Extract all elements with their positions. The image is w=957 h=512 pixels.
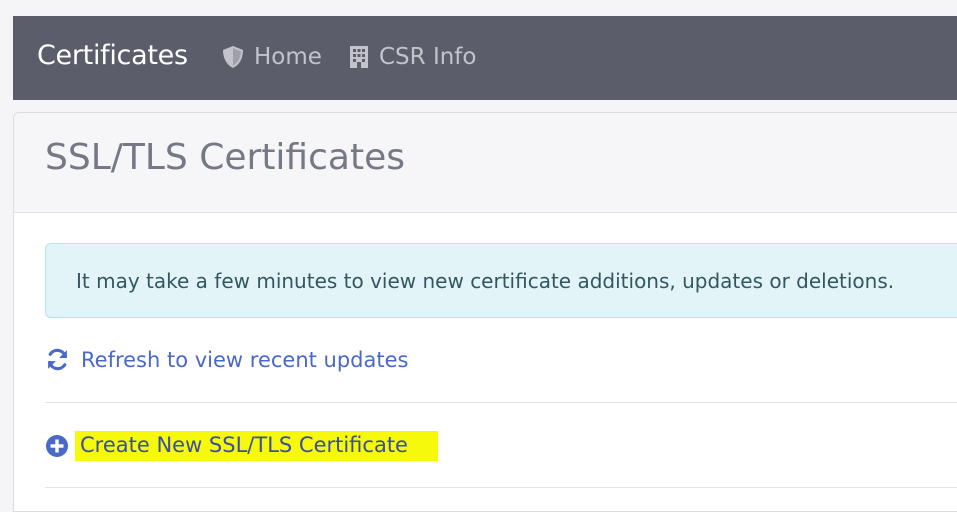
top-navbar: Certificates Home CSR Info	[13, 16, 957, 100]
divider	[45, 402, 957, 403]
divider	[45, 487, 957, 488]
navbar-brand[interactable]: Certificates	[37, 40, 188, 71]
nav-csr-info-label: CSR Info	[379, 44, 477, 70]
refresh-icon	[45, 347, 70, 372]
refresh-link[interactable]: Refresh to view recent updates	[45, 347, 408, 372]
card-header: SSL/TLS Certificates	[14, 113, 957, 213]
create-certificate-label: Create New SSL/TLS Certificate	[75, 431, 438, 461]
nav-csr-info-link[interactable]: CSR Info	[349, 44, 476, 70]
info-alert: It may take a few minutes to view new ce…	[45, 243, 957, 318]
building-icon	[349, 45, 369, 69]
page-title: SSL/TLS Certificates	[45, 137, 405, 178]
info-alert-text: It may take a few minutes to view new ce…	[76, 269, 895, 293]
certificates-card: SSL/TLS Certificates It may take a few m…	[13, 112, 957, 512]
create-certificate-link[interactable]: Create New SSL/TLS Certificate	[45, 431, 438, 461]
plus-circle-icon	[45, 434, 69, 458]
nav-home-label: Home	[254, 44, 322, 70]
shield-icon	[222, 45, 244, 69]
nav-home-link[interactable]: Home	[222, 44, 322, 70]
refresh-label: Refresh to view recent updates	[81, 347, 409, 372]
